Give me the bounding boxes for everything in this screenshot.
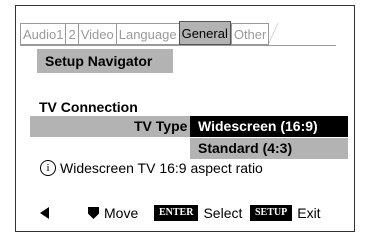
tab-language[interactable]: Language xyxy=(115,23,179,45)
back-arrow xyxy=(40,203,49,223)
tab-audio1[interactable]: Audio1 xyxy=(20,23,66,45)
option-standard[interactable]: Standard (4:3) xyxy=(190,138,348,159)
tv-type-label: TV Type xyxy=(134,118,188,134)
tab-other-slant xyxy=(268,23,279,45)
move-label: Move xyxy=(104,205,139,221)
setup-key-badge: SETUP xyxy=(250,205,293,221)
exit-label: Exit xyxy=(297,205,321,221)
move-hint: Move xyxy=(88,203,138,223)
exit-hint: SETUP Exit xyxy=(250,203,321,223)
setup-navigator-button[interactable]: Setup Navigator xyxy=(37,49,173,73)
tab-divider xyxy=(20,45,336,46)
tab-video[interactable]: Video xyxy=(77,23,116,45)
footer-controls: Move ENTER Select SETUP Exit xyxy=(40,203,340,223)
info-circle-icon: i xyxy=(40,160,56,176)
arrow-down-icon xyxy=(88,207,99,219)
tab-other[interactable]: Other xyxy=(230,23,270,45)
info-text: Widescreen TV 16:9 aspect ratio xyxy=(60,160,263,176)
section-heading: TV Connection xyxy=(39,99,138,115)
tv-type-setting-row[interactable]: TV Type xyxy=(30,116,190,137)
triangle-left-icon xyxy=(40,207,49,219)
info-line: i Widescreen TV 16:9 aspect ratio xyxy=(40,160,263,176)
tab-bar: Audio1 2 Video Language General Other xyxy=(20,21,279,45)
select-label: Select xyxy=(203,205,243,221)
enter-key-badge: ENTER xyxy=(154,205,199,221)
tab-audio2[interactable]: 2 xyxy=(65,23,78,45)
option-widescreen[interactable]: Widescreen (16:9) xyxy=(190,116,348,137)
tab-general[interactable]: General xyxy=(178,21,231,45)
select-hint: ENTER Select xyxy=(154,203,242,223)
